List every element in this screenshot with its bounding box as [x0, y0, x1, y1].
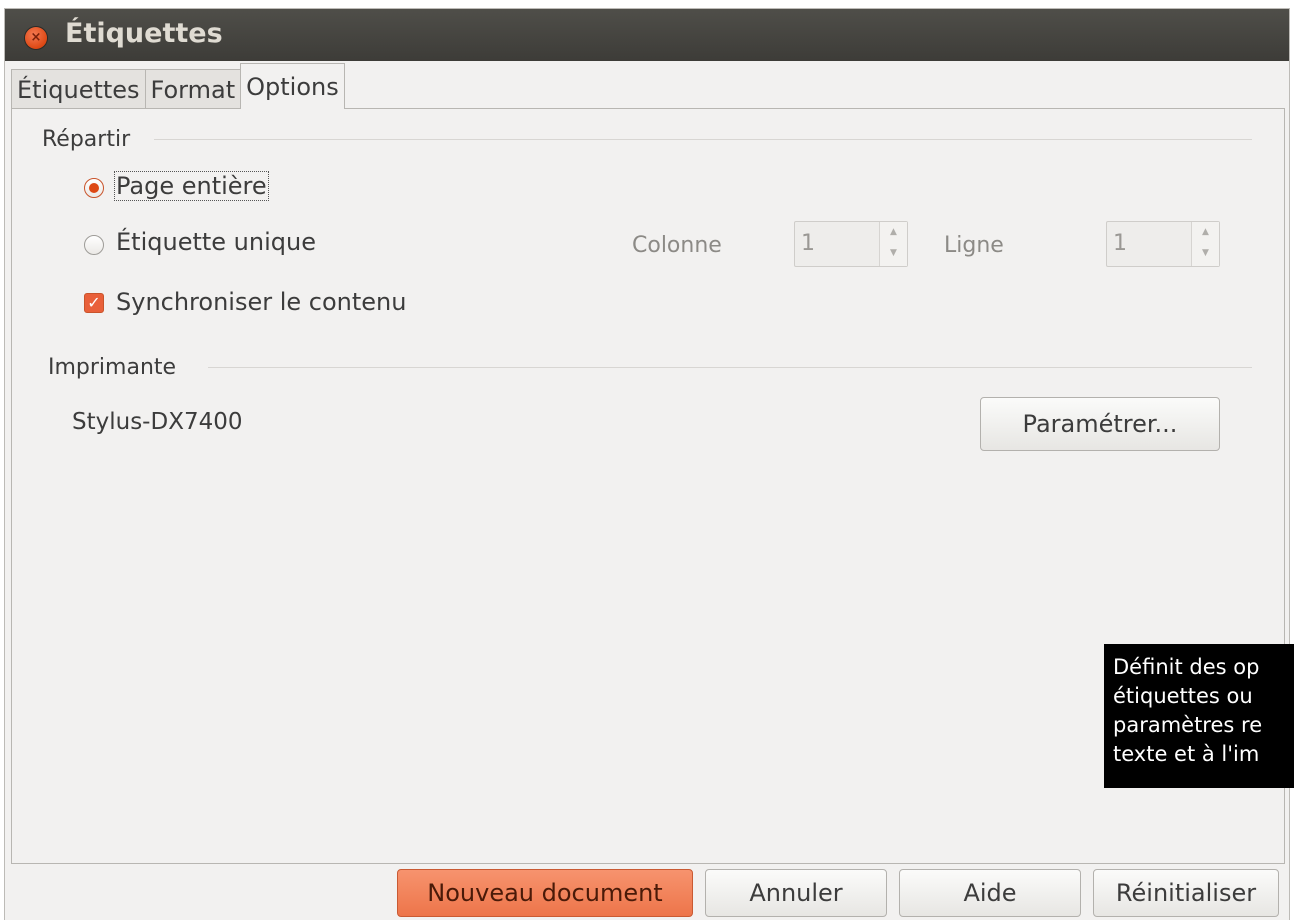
title-bar: × Étiquettes	[5, 9, 1289, 61]
help-button[interactable]: Aide	[899, 869, 1081, 917]
printer-separator	[208, 367, 1252, 368]
close-icon[interactable]: ×	[25, 27, 47, 49]
tab-labels[interactable]: Étiquettes	[11, 69, 146, 109]
row-value: 1	[1113, 231, 1127, 256]
column-label: Colonne	[632, 233, 722, 258]
tooltip-line: étiquettes ou	[1113, 684, 1253, 708]
tooltip: Définit des op étiquettes ou paramètres …	[1104, 644, 1294, 788]
distribute-group-label: Répartir	[42, 127, 131, 152]
tab-format[interactable]: Format	[144, 69, 242, 109]
tab-options[interactable]: Options	[240, 63, 345, 109]
cancel-button[interactable]: Annuler	[705, 869, 887, 917]
new-document-button[interactable]: Nouveau document	[397, 869, 693, 917]
printer-group-label: Imprimante	[48, 355, 177, 380]
sync-label[interactable]: Synchroniser le contenu	[116, 288, 406, 316]
tooltip-line: paramètres re	[1113, 713, 1263, 737]
column-value: 1	[801, 231, 815, 256]
column-spinbox[interactable]: 1 ▲ ▼	[794, 221, 908, 267]
single-label-label[interactable]: Étiquette unique	[116, 228, 316, 256]
tab-bar: Étiquettes Format Options	[11, 61, 345, 109]
options-panel: Répartir Page entière Étiquette unique C…	[11, 108, 1285, 864]
tooltip-line: Définit des op	[1113, 655, 1260, 679]
row-spinbox[interactable]: 1 ▲ ▼	[1106, 221, 1220, 267]
printer-setup-button[interactable]: Paramétrer...	[980, 397, 1220, 451]
printer-name: Stylus-DX7400	[72, 409, 243, 435]
reset-button[interactable]: Réinitialiser	[1093, 869, 1279, 917]
tooltip-line: texte et à l'im	[1113, 742, 1260, 766]
labels-dialog: × Étiquettes Étiquettes Format Options R…	[4, 8, 1290, 920]
sync-checkbox[interactable]: ✓	[84, 293, 104, 313]
row-stepper-icon[interactable]: ▲ ▼	[1191, 222, 1219, 266]
page-entire-radio[interactable]	[84, 178, 104, 198]
column-stepper-icon[interactable]: ▲ ▼	[879, 222, 907, 266]
page-entire-label[interactable]: Page entière	[114, 171, 269, 201]
distribute-separator	[154, 139, 1252, 140]
row-label: Ligne	[944, 233, 1004, 258]
window-title: Étiquettes	[65, 18, 223, 49]
single-label-radio[interactable]	[84, 235, 104, 255]
